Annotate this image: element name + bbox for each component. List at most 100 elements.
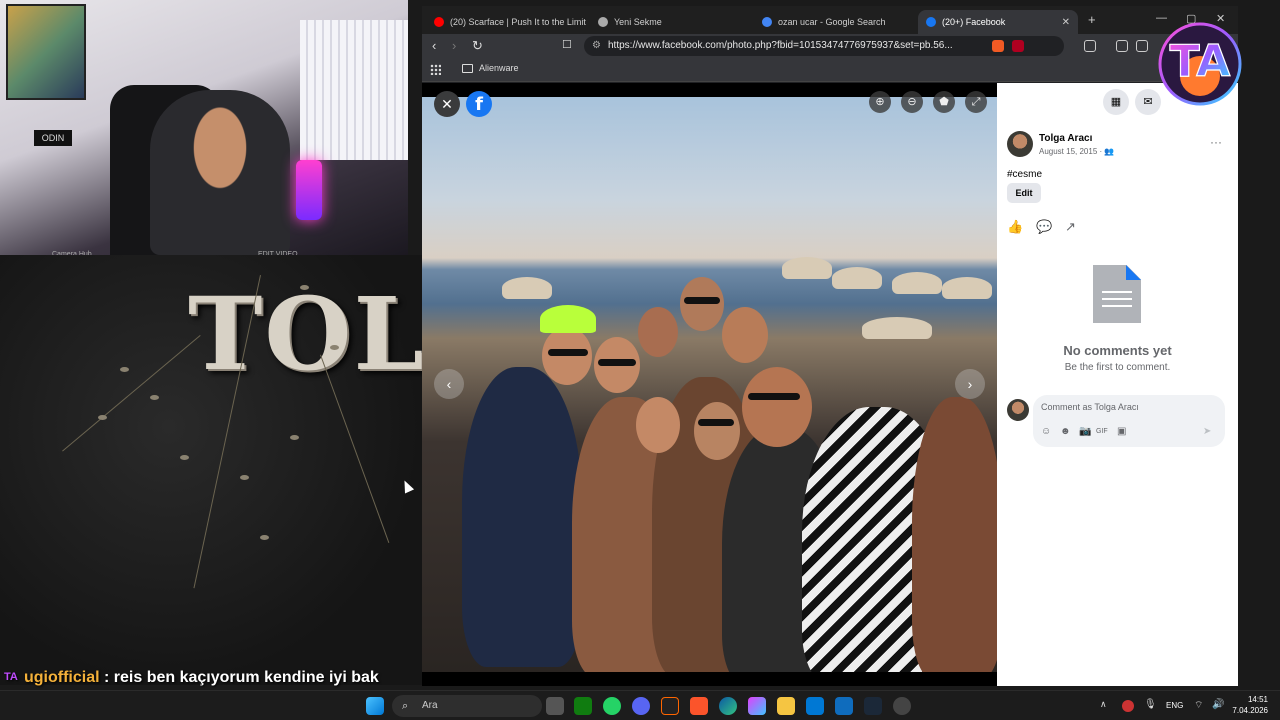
store-icon[interactable] xyxy=(835,697,853,715)
discord-icon[interactable] xyxy=(632,697,650,715)
tab-google[interactable]: ozan ucar - Google Search xyxy=(754,10,914,34)
post-hashtag[interactable]: #cesme xyxy=(1007,169,1042,180)
edit-button[interactable]: Edit xyxy=(1007,183,1041,203)
sunglasses xyxy=(548,349,588,356)
zoom-in-icon[interactable]: ⊕ xyxy=(869,91,891,113)
odin-sign: ODIN xyxy=(34,130,72,146)
tray-app-icon[interactable] xyxy=(1122,700,1134,712)
brave-rewards-icon[interactable] xyxy=(1012,40,1024,52)
screenshot-icon[interactable] xyxy=(1084,40,1096,52)
media-icon[interactable] xyxy=(1116,40,1128,52)
language-indicator[interactable]: ENG xyxy=(1166,701,1183,710)
green-cap xyxy=(540,305,596,333)
task-view-icon[interactable] xyxy=(546,697,564,715)
sunglasses xyxy=(598,359,636,366)
clock-date: 7.04.2026 xyxy=(1232,706,1268,715)
author-name[interactable]: Tolga Aracı xyxy=(1039,133,1092,144)
streamer xyxy=(150,90,290,255)
tab-facebook[interactable]: (20+) Facebook ✕ xyxy=(918,10,1078,34)
menu-grid-icon[interactable]: ▦ xyxy=(1103,89,1129,115)
comment-input[interactable]: Comment as Tolga Aracı ☺ ☻ 📷 GIF ▣ ➤ xyxy=(1033,395,1225,447)
comment-icon[interactable]: 💬 xyxy=(1036,219,1052,235)
close-viewer-button[interactable]: ✕ xyxy=(434,91,460,117)
file-explorer-icon[interactable] xyxy=(777,697,795,715)
whatsapp-icon[interactable] xyxy=(603,697,621,715)
tray-chevron-icon[interactable]: ∧ xyxy=(1100,699,1107,710)
document-fold xyxy=(1126,265,1141,280)
bookmark-label: Alienware xyxy=(479,63,519,73)
avatar-sticker-icon[interactable]: ☺ xyxy=(1041,426,1051,437)
windows-start-icon[interactable] xyxy=(366,697,384,715)
umbrella xyxy=(862,317,932,339)
next-photo-button[interactable]: › xyxy=(955,369,985,399)
site-info-icon[interactable]: ⚙ xyxy=(592,36,601,56)
clock[interactable]: 14:51 7.04.2026 xyxy=(1232,694,1268,716)
facebook-logo-icon[interactable]: f xyxy=(466,91,492,117)
new-tab-button[interactable]: + xyxy=(1088,12,1096,27)
gif-icon[interactable]: GIF xyxy=(1096,428,1108,435)
leaf xyxy=(260,535,269,540)
address-bar-row: ‹ › ↻ ☐ ⚙ https://www.facebook.com/photo… xyxy=(422,34,1238,58)
umbrella xyxy=(502,277,552,299)
doc-line xyxy=(1102,298,1132,300)
send-icon[interactable]: ➤ xyxy=(1203,426,1211,437)
tab-label: (20+) Facebook xyxy=(942,17,1006,27)
wifi-icon[interactable]: ⌔ xyxy=(1194,699,1203,712)
settings-icon[interactable] xyxy=(893,697,911,715)
zoom-out-icon[interactable]: ⊖ xyxy=(901,91,923,113)
umbrella xyxy=(782,257,832,279)
like-icon[interactable]: 👍 xyxy=(1007,219,1023,235)
author-avatar[interactable] xyxy=(1007,131,1033,157)
bookmark-alienware[interactable]: Alienware xyxy=(462,63,519,73)
steam-icon[interactable] xyxy=(864,697,882,715)
tag-icon[interactable]: ⬟ xyxy=(933,91,955,113)
webcam-feed: ODIN xyxy=(0,0,408,255)
leaf xyxy=(330,345,339,350)
leaf xyxy=(150,395,159,400)
sunglasses xyxy=(684,297,720,304)
emoji-icon[interactable]: ☻ xyxy=(1060,426,1071,437)
leaf xyxy=(290,435,299,440)
face xyxy=(638,307,678,357)
tab-youtube[interactable]: (20) Scarface | Push It to the Limit - Y xyxy=(426,10,586,34)
microphone-icon[interactable]: 🎙 xyxy=(1144,699,1157,710)
edge-icon[interactable] xyxy=(719,697,737,715)
more-options-icon[interactable]: ··· xyxy=(1210,135,1222,149)
copilot-icon[interactable] xyxy=(748,697,766,715)
reload-button[interactable]: ↻ xyxy=(472,38,483,54)
leaf xyxy=(120,367,129,372)
back-button[interactable]: ‹ xyxy=(432,38,436,53)
tab-label: ozan ucar - Google Search xyxy=(778,17,886,27)
title-text: TOL xyxy=(188,275,422,393)
mail-icon[interactable] xyxy=(806,697,824,715)
post-date[interactable]: August 15, 2015 · 👥 xyxy=(1039,147,1114,156)
taskbar-search[interactable]: ⌕ Ara xyxy=(392,695,542,717)
brave-icon[interactable] xyxy=(690,697,708,715)
taskbar: ⌕ Ara ∧ 🎙 ENG ⌔ 🔊 14:51 7.04.2026 xyxy=(0,690,1280,720)
tab-new[interactable]: Yeni Sekme xyxy=(590,10,750,34)
forward-button[interactable]: › xyxy=(452,38,456,53)
facebook-icon xyxy=(926,17,936,27)
volume-icon[interactable]: 🔊 xyxy=(1212,699,1224,710)
app-icon[interactable] xyxy=(661,697,679,715)
ta-channel-logo: TA xyxy=(1158,22,1242,106)
vine-decoration xyxy=(62,335,201,452)
share-icon[interactable]: ↗ xyxy=(1065,219,1076,235)
close-tab-icon[interactable]: ✕ xyxy=(1062,17,1070,28)
post-date-text: August 15, 2015 · xyxy=(1039,147,1105,156)
stream-background: TOL xyxy=(0,255,422,685)
browser-window: (20) Scarface | Push It to the Limit - Y… xyxy=(422,6,1238,686)
xbox-icon[interactable] xyxy=(574,697,592,715)
umbrella xyxy=(942,277,992,299)
beach-group-photo[interactable] xyxy=(422,97,997,672)
camera-icon[interactable]: 📷 xyxy=(1079,426,1091,437)
fullscreen-icon[interactable]: ⤢ xyxy=(965,91,987,113)
apps-icon[interactable] xyxy=(430,64,441,75)
face xyxy=(636,397,680,453)
bookmark-icon[interactable]: ☐ xyxy=(562,38,572,51)
doc-line xyxy=(1102,291,1132,293)
brave-shield-icon[interactable] xyxy=(992,40,1004,52)
previous-photo-button[interactable]: ‹ xyxy=(434,369,464,399)
folder-icon xyxy=(462,63,473,73)
sticker-icon[interactable]: ▣ xyxy=(1117,426,1126,437)
